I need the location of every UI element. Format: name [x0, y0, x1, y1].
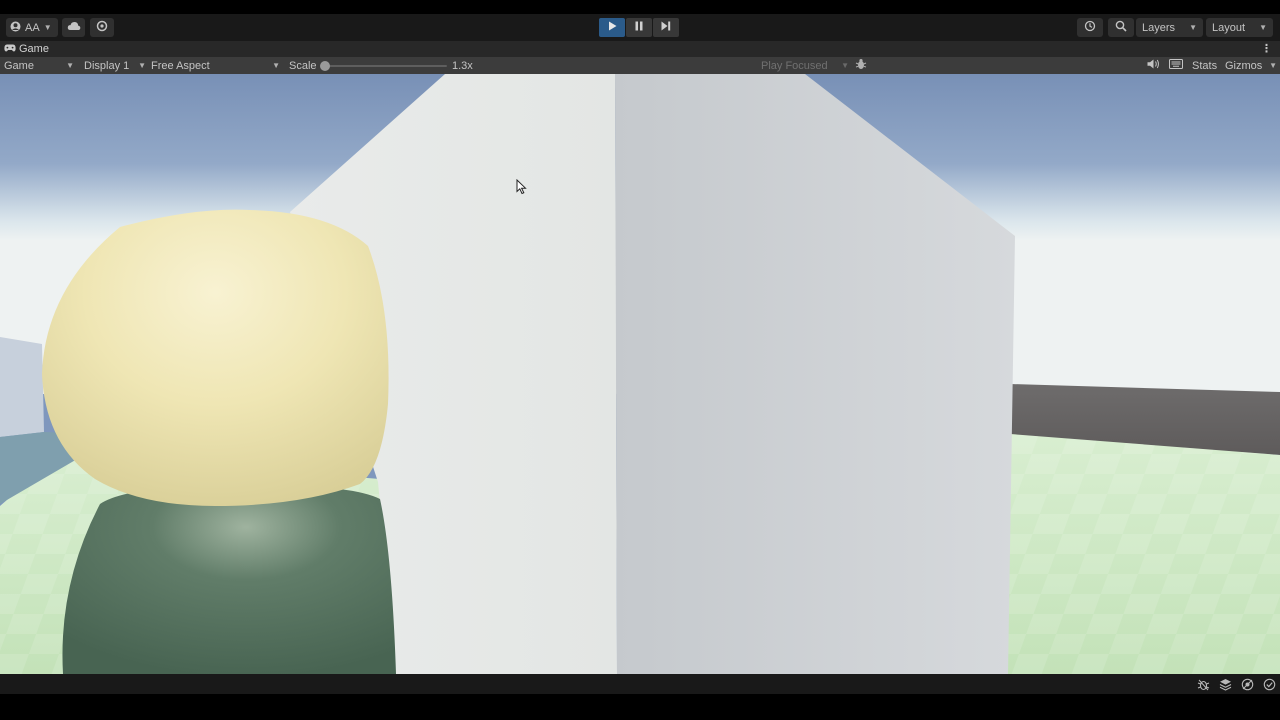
step-button[interactable]	[653, 18, 679, 37]
chevron-down-icon: ▼	[43, 23, 52, 32]
pause-button[interactable]	[626, 18, 652, 37]
stats-button[interactable]: Stats	[1192, 57, 1217, 74]
layers-label: Layers	[1142, 21, 1176, 34]
search-icon	[1115, 20, 1127, 35]
aspect-dropdown[interactable]: Free Aspect ▼	[151, 57, 280, 74]
display-label: Display 1	[84, 59, 130, 72]
debug-bug-button[interactable]	[855, 57, 867, 74]
account-dropdown[interactable]: AA ▼	[6, 18, 58, 37]
layers-stack-icon[interactable]	[1218, 677, 1232, 691]
letterbox-bottom	[0, 694, 1280, 720]
chevron-down-icon: ▼	[1269, 61, 1277, 70]
tab-bar: Game ⋮	[0, 41, 1280, 57]
play-button[interactable]	[599, 18, 625, 37]
history-icon	[1084, 20, 1096, 35]
main-toolbar: AA ▼ Layers ▼ Layout ▼	[0, 14, 1280, 41]
game-view-toolbar: Game ▼ Display 1 ▼ Free Aspect ▼ Scale 1…	[0, 57, 1280, 74]
bug-icon[interactable]	[1196, 677, 1210, 691]
account-icon	[10, 21, 21, 35]
mode-label: Game	[4, 59, 34, 72]
chevron-down-icon: ▼	[1259, 23, 1267, 32]
status-bar	[0, 674, 1280, 694]
chevron-down-icon: ▼	[272, 61, 280, 70]
scene-render	[0, 74, 1280, 674]
step-icon	[661, 21, 671, 34]
display-dropdown[interactable]: Display 1 ▼	[84, 57, 146, 74]
check-circle-icon[interactable]	[1262, 677, 1276, 691]
layout-dropdown[interactable]: Layout ▼	[1206, 18, 1273, 37]
account-label: AA	[25, 21, 40, 34]
play-icon	[608, 21, 617, 34]
tab-label: Game	[19, 43, 49, 55]
chevron-down-icon: ▼	[841, 61, 849, 70]
scale-slider-handle[interactable]	[320, 61, 330, 71]
gamepad-icon	[4, 43, 16, 55]
chevron-down-icon: ▼	[66, 61, 74, 70]
game-viewport[interactable]	[0, 74, 1280, 674]
scale-value: 1.3x	[452, 59, 473, 72]
letterbox-top	[0, 0, 1280, 14]
mute-audio-button[interactable]	[1147, 57, 1160, 74]
chevron-down-icon: ▼	[1189, 23, 1197, 32]
collab-button[interactable]	[90, 18, 114, 37]
scale-label: Scale	[289, 59, 317, 72]
play-focused-label: Play Focused	[761, 59, 828, 72]
playback-controls	[599, 18, 680, 37]
cloud-icon	[67, 21, 81, 34]
mode-dropdown[interactable]: Game ▼	[4, 57, 74, 74]
chevron-down-icon: ▼	[138, 61, 146, 70]
cloud-button[interactable]	[62, 18, 85, 37]
bug-icon	[855, 58, 867, 73]
layers-dropdown[interactable]: Layers ▼	[1136, 18, 1203, 37]
speaker-icon	[1147, 59, 1160, 72]
keyboard-shortcuts-button[interactable]	[1169, 57, 1183, 74]
play-focused-dropdown[interactable]: Play Focused ▼	[761, 57, 849, 74]
gizmos-label: Gizmos	[1225, 59, 1263, 72]
tab-game[interactable]: Game	[4, 41, 49, 57]
layout-label: Layout	[1212, 21, 1246, 34]
more-options-icon[interactable]: ⋮	[1261, 42, 1272, 55]
scale-slider-track[interactable]	[324, 65, 447, 67]
keyboard-icon	[1169, 59, 1183, 72]
network-icon[interactable]	[1240, 677, 1254, 691]
search-button[interactable]	[1108, 18, 1134, 37]
undo-history-button[interactable]	[1077, 18, 1103, 37]
mouse-cursor-icon	[516, 179, 528, 195]
aspect-label: Free Aspect	[151, 59, 210, 72]
pause-icon	[635, 21, 643, 34]
gizmos-dropdown[interactable]: Gizmos ▼	[1225, 57, 1277, 74]
collab-icon	[96, 20, 108, 35]
